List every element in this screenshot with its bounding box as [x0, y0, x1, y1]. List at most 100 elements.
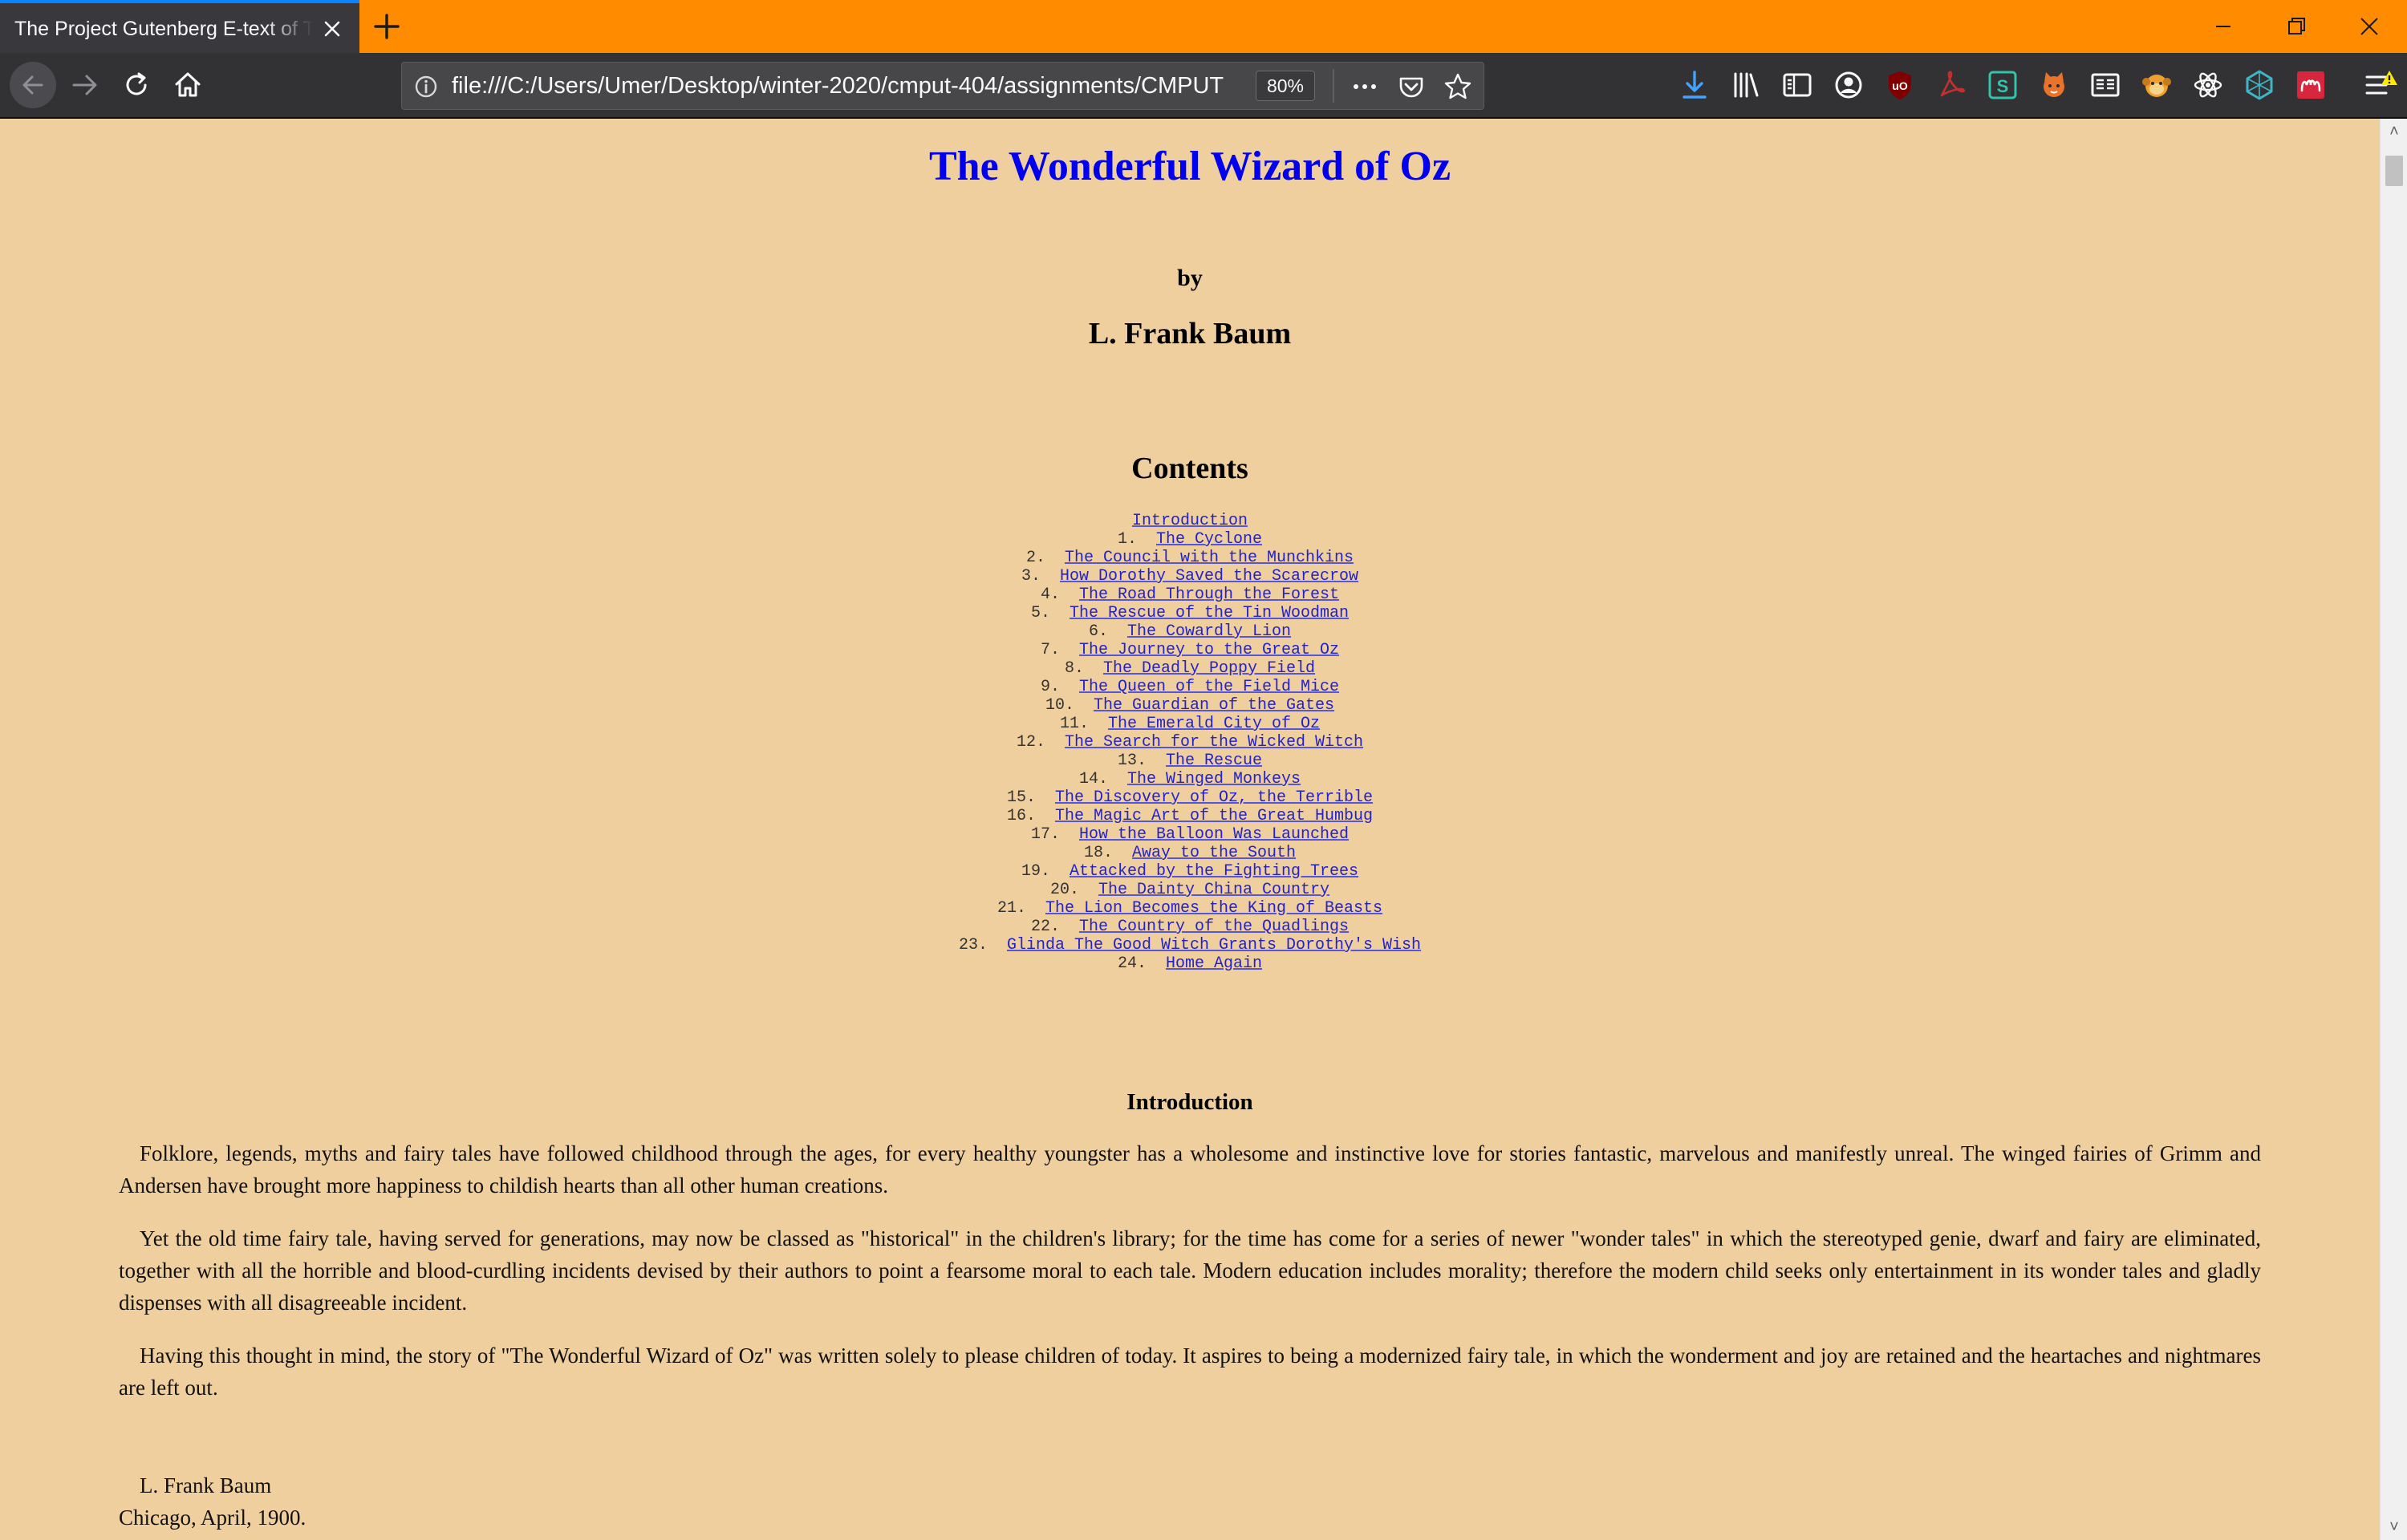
toc-link[interactable]: The Discovery of Oz, the Terrible: [1055, 788, 1373, 807]
toc-item-gap: [1060, 678, 1079, 696]
scrollbar-thumb[interactable]: [2385, 156, 2403, 186]
mendeley-icon[interactable]: [2293, 67, 2328, 103]
contents-heading: Contents: [1131, 452, 1248, 485]
scroll-down-arrow-icon[interactable]: ˅: [2381, 1514, 2407, 1540]
intro-paragraph-3: Having this thought in mind, the story o…: [119, 1343, 2261, 1400]
book-author: L. Frank Baum: [1088, 317, 1292, 351]
toc-link[interactable]: The Rescue: [1166, 752, 1262, 770]
url-separator: [1333, 69, 1334, 103]
toc-link[interactable]: The Cowardly Lion: [1127, 622, 1291, 641]
toc-link[interactable]: The Country of the Quadlings: [1079, 918, 1349, 936]
tab-active[interactable]: The Project Gutenberg E-text of The Wond…: [0, 0, 359, 53]
pdf-icon[interactable]: [1934, 67, 1969, 103]
toc-item: 11. The Emerald City of Oz: [0, 715, 2380, 733]
toc-link[interactable]: Attacked by the Fighting Trees: [1070, 862, 1358, 881]
svg-text:S: S: [1997, 76, 2009, 96]
bookmark-star-icon[interactable]: [1443, 72, 1472, 101]
toc-item-number: 9.: [1040, 678, 1060, 696]
toc-item-gap: [1089, 715, 1108, 733]
toc-item-number: 12.: [1016, 733, 1045, 752]
download-icon[interactable]: [1677, 67, 1712, 103]
window-close-icon[interactable]: [2351, 8, 2388, 45]
toc-link[interactable]: The Deadly Poppy Field: [1103, 659, 1315, 678]
toc-item: 20. The Dainty China Country: [0, 881, 2380, 899]
toc-link[interactable]: The Journey to the Great Oz: [1079, 641, 1339, 659]
react-devtools-icon[interactable]: [2190, 67, 2226, 103]
zoom-level-button[interactable]: 80%: [1256, 71, 1315, 101]
reader-icon[interactable]: [2088, 67, 2123, 103]
monkey-extension-icon[interactable]: [2139, 67, 2174, 103]
ublock-icon[interactable]: uO: [1882, 67, 1918, 103]
toc-item-number: 7.: [1040, 641, 1060, 659]
toc-item-number: 11.: [1059, 715, 1089, 733]
toc-link[interactable]: Introduction: [1132, 512, 1248, 530]
toc-link[interactable]: The Magic Art of the Great Humbug: [1055, 807, 1373, 825]
toc-item: 12. The Search for the Wicked Witch: [0, 733, 2380, 752]
toc-link[interactable]: The Queen of the Field Mice: [1079, 678, 1339, 696]
toc-item: 8. The Deadly Poppy Field: [0, 659, 2380, 678]
toc-item-gap: [1060, 918, 1079, 936]
toc-link[interactable]: The Guardian of the Gates: [1094, 696, 1334, 715]
page-actions-icon[interactable]: [1350, 72, 1379, 101]
menu-icon[interactable]: [2362, 67, 2397, 103]
toc-link[interactable]: How the Balloon Was Launched: [1079, 825, 1349, 844]
toc-item-gap: [1036, 807, 1055, 825]
account-icon[interactable]: [1831, 67, 1866, 103]
toc-link[interactable]: The Emerald City of Oz: [1108, 715, 1320, 733]
toc-item-gap: [1108, 622, 1127, 641]
toc-item-number: 22.: [1030, 918, 1060, 936]
library-icon[interactable]: [1728, 67, 1764, 103]
signature: L. Frank Baum Chicago, April, 1900.: [119, 1469, 306, 1534]
toc-item-gap: [1074, 696, 1094, 715]
toc-item-gap: [1084, 659, 1103, 678]
url-bar[interactable]: file:///C:/Users/Umer/Desktop/winter-202…: [401, 62, 1484, 110]
sidebar-icon[interactable]: [1780, 67, 1815, 103]
toc-link[interactable]: The Road Through the Forest: [1079, 586, 1339, 604]
toc-link[interactable]: The Rescue of the Tin Woodman: [1070, 604, 1349, 622]
site-info-icon[interactable]: [413, 74, 439, 99]
toc-item: 14. The Winged Monkeys: [0, 770, 2380, 788]
toc-item-number: 6.: [1088, 622, 1108, 641]
page-content[interactable]: The Wonderful Wizard of Oz by L. Frank B…: [0, 119, 2380, 1540]
toc-link[interactable]: The Winged Monkeys: [1127, 770, 1301, 788]
toc-link[interactable]: The Lion Becomes the King of Beasts: [1045, 899, 1382, 918]
toc-item-number: 5.: [1030, 604, 1050, 622]
toc-item-gap: [1137, 530, 1156, 549]
tab-title: The Project Gutenberg E-text of The Wond…: [14, 14, 313, 43]
toc-link[interactable]: How Dorothy Saved the Scarecrow: [1060, 567, 1358, 586]
toc-item: 24. Home Again: [0, 954, 2380, 973]
reload-icon[interactable]: [119, 67, 154, 103]
url-text[interactable]: file:///C:/Users/Umer/Desktop/winter-202…: [452, 63, 1246, 109]
close-icon[interactable]: [319, 16, 345, 42]
toc-item: 22. The Country of the Quadlings: [0, 918, 2380, 936]
scroll-up-arrow-icon[interactable]: ˄: [2381, 119, 2407, 144]
toc-item-number: 3.: [1021, 567, 1041, 586]
back-icon[interactable]: [10, 62, 56, 108]
restore-icon[interactable]: [2279, 8, 2316, 45]
toc-item-gap: [1060, 825, 1079, 844]
toc-link[interactable]: The Search for the Wicked Witch: [1065, 733, 1363, 752]
web-extension-icon[interactable]: [2242, 67, 2277, 103]
toc-link[interactable]: The Cyclone: [1156, 530, 1262, 549]
toc-item: Introduction: [0, 512, 2380, 530]
home-icon[interactable]: [170, 67, 205, 103]
fox-extension-icon[interactable]: [2036, 67, 2072, 103]
toc-link[interactable]: Home Again: [1166, 954, 1262, 973]
toc-item-number: 13.: [1117, 752, 1147, 770]
toc-link[interactable]: The Council with the Munchkins: [1065, 549, 1354, 567]
toc-item: 23. Glinda The Good Witch Grants Dorothy…: [0, 936, 2380, 954]
s-extension-icon[interactable]: S: [1985, 67, 2020, 103]
toc-link[interactable]: Away to the South: [1132, 844, 1296, 862]
toc-link[interactable]: Glinda The Good Witch Grants Dorothy's W…: [1007, 936, 1421, 954]
vertical-scrollbar[interactable]: ˄ ˅: [2380, 119, 2407, 1540]
toc-item: 16. The Magic Art of the Great Humbug: [0, 807, 2380, 825]
toc-item: 5. The Rescue of the Tin Woodman: [0, 604, 2380, 622]
forward-icon[interactable]: [67, 67, 103, 103]
pocket-icon[interactable]: [1397, 72, 1426, 101]
toc-item-number: 15.: [1006, 788, 1036, 807]
new-tab-icon[interactable]: [371, 10, 403, 43]
minimize-icon[interactable]: [2205, 8, 2242, 45]
toc-link[interactable]: The Dainty China Country: [1098, 881, 1329, 899]
toc-item-number: 8.: [1064, 659, 1084, 678]
toc-item-number: 14.: [1078, 770, 1108, 788]
